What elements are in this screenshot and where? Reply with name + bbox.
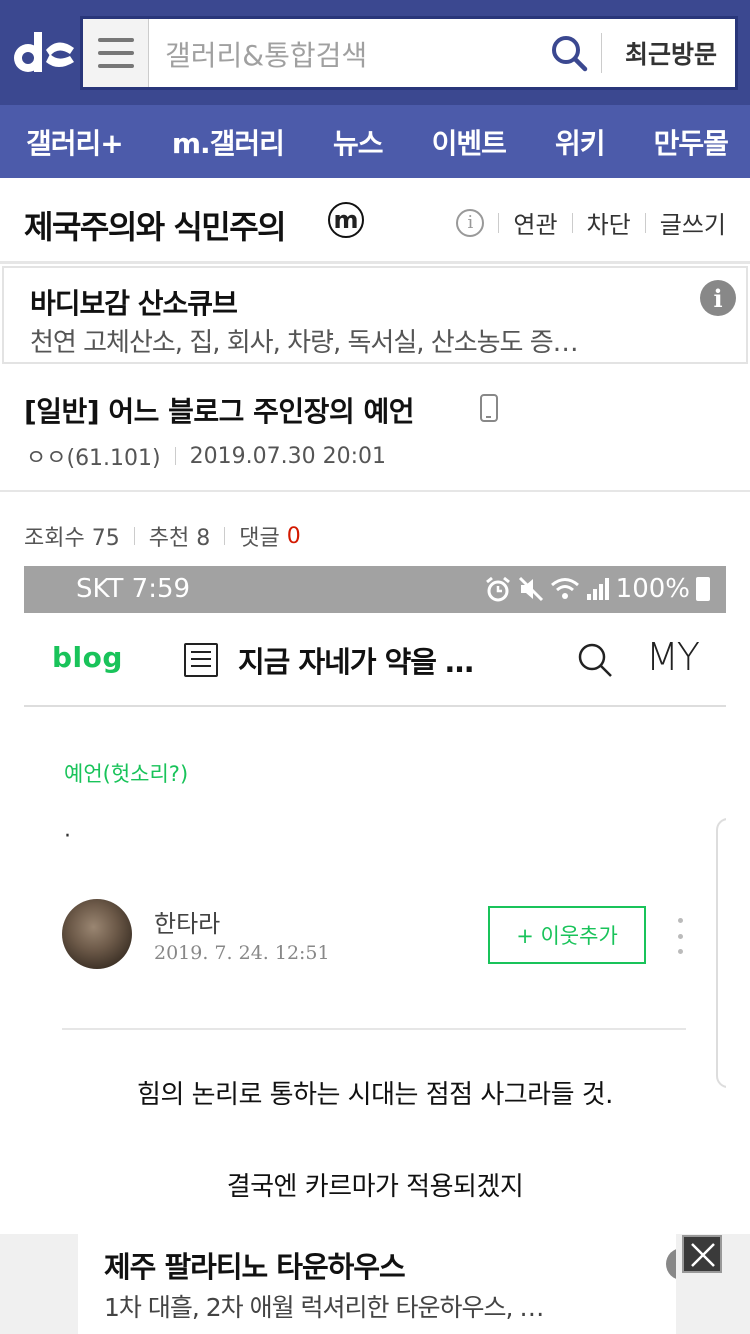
separator [571, 212, 573, 233]
battery-percent: 100% [615, 574, 690, 604]
blog-category: 예언(헛소리?) [64, 762, 189, 786]
post-stats: 조회수 75 추천 8 댓글 0 [24, 520, 301, 552]
post-title: [일반] 어느 블로그 주인장의 예언 [24, 395, 414, 428]
add-neighbor-button: + 이웃추가 [488, 906, 646, 964]
comment-count[interactable]: 0 [287, 524, 301, 549]
mobile-icon [480, 394, 498, 422]
more-icon [678, 918, 684, 954]
blog-date: 2019. 7. 24. 12:51 [154, 942, 330, 964]
info-icon[interactable]: i [456, 208, 485, 237]
embedded-screenshot: SKT 7:59 100% blog 지금 자네가 약을 … MY 예언(헛소리… [24, 566, 726, 1234]
blog-logo: blog [52, 641, 123, 674]
phone-status-bar: SKT 7:59 100% [24, 566, 726, 613]
related-link[interactable]: 연관 [513, 205, 557, 240]
post-author[interactable]: ㅇㅇ(61.101) [26, 440, 161, 472]
blog-text-line: 힘의 논리로 통하는 시대는 점점 사그라들 것. [137, 1080, 613, 1110]
post-header: [일반] 어느 블로그 주인장의 예언 ㅇㅇ(61.101) 2019.07.3… [0, 366, 750, 492]
my-label: MY [646, 635, 700, 679]
nav-item-mall[interactable]: 만두몰 [654, 122, 729, 162]
divider [601, 33, 602, 73]
close-ad-button[interactable] [682, 1235, 722, 1273]
ad-description: 천연 고체산소, 집, 회사, 차량, 독서실, 산소농도 증… [30, 328, 579, 358]
gallery-title[interactable]: 제국주의와 식민주의 [24, 202, 287, 248]
view-count: 조회수 75 [24, 526, 120, 551]
divider [62, 1028, 686, 1030]
search-bar: 최근방문 [80, 16, 738, 90]
block-link[interactable]: 차단 [587, 205, 631, 240]
nav-item-wiki[interactable]: 위키 [555, 122, 606, 162]
status-icons: 100% [484, 574, 710, 604]
minor-gallery-badge: m [328, 202, 364, 238]
blog-author: 한타라 [154, 910, 221, 938]
gallery-title-bar: 제국주의와 식민주의 m i 연관 차단 글쓰기 [0, 178, 750, 264]
main-nav: 갤러리+ m.갤러리 뉴스 이벤트 위키 만두몰 [0, 105, 750, 178]
comment-label[interactable]: 댓글 [239, 520, 279, 552]
separator [174, 447, 176, 465]
bullet: · [64, 824, 71, 849]
avatar [62, 899, 132, 969]
bottom-ad-description: 1차 대흘, 2차 애월 럭셔리한 타운하우스, … [104, 1293, 544, 1322]
separator [224, 527, 226, 545]
signal-icon [586, 578, 609, 600]
blog-header: blog 지금 자네가 약을 … MY [24, 613, 726, 707]
bottom-ad-banner: 제주 팔라티노 타운하우스 1차 대흘, 2차 애월 럭셔리한 타운하우스, … [0, 1234, 750, 1334]
ad-info-icon[interactable] [666, 1248, 676, 1280]
search-icon[interactable] [549, 33, 589, 73]
bottom-ad-content[interactable]: 제주 팔라티노 타운하우스 1차 대흘, 2차 애월 럭셔리한 타운하우스, … [78, 1234, 676, 1334]
close-icon [691, 1243, 715, 1267]
menu-button[interactable] [83, 19, 149, 87]
ad-title: 바디보감 산소큐브 [30, 287, 238, 320]
post-meta: ㅇㅇ(61.101) 2019.07.30 20:01 [26, 440, 386, 472]
write-link[interactable]: 글쓰기 [660, 205, 726, 240]
alarm-icon [485, 576, 510, 602]
recommend-count: 추천 8 [148, 526, 211, 551]
top-header: 최근방문 [0, 0, 750, 105]
wifi-icon [550, 578, 579, 599]
nav-item-news[interactable]: 뉴스 [333, 122, 384, 162]
gallery-actions: i 연관 차단 글쓰기 [456, 205, 726, 240]
mute-icon [518, 576, 543, 602]
bottom-ad-title: 제주 팔라티노 타운하우스 [104, 1250, 406, 1284]
separator [644, 212, 646, 233]
post-datetime: 2019.07.30 20:01 [189, 443, 386, 469]
blog-text-line: 결국엔 카르마가 적용되겠지 [226, 1172, 524, 1202]
hamburger-line [97, 38, 134, 42]
dc-logo-icon[interactable] [10, 28, 76, 78]
separator [133, 527, 135, 545]
side-panel-edge [716, 818, 726, 1088]
battery-icon [696, 577, 710, 601]
list-icon [184, 643, 218, 677]
blog-post-title: 지금 자네가 약을 … [238, 645, 474, 679]
hamburger-line [97, 51, 134, 55]
ad-banner[interactable]: 바디보감 산소큐브 천연 고체산소, 집, 회사, 차량, 독서실, 산소농도 … [2, 266, 748, 364]
search-input[interactable] [163, 37, 543, 73]
recent-visits-button[interactable]: 최근방문 [607, 19, 735, 87]
nav-item-gallery-plus[interactable]: 갤러리+ [26, 122, 124, 162]
nav-item-event[interactable]: 이벤트 [432, 122, 507, 162]
carrier-time: SKT 7:59 [76, 574, 191, 604]
ad-info-icon[interactable]: i [700, 280, 736, 316]
nav-item-m-gallery[interactable]: m.갤러리 [172, 122, 285, 162]
search-icon [578, 643, 612, 677]
separator [498, 212, 500, 233]
hamburger-line [97, 64, 134, 68]
